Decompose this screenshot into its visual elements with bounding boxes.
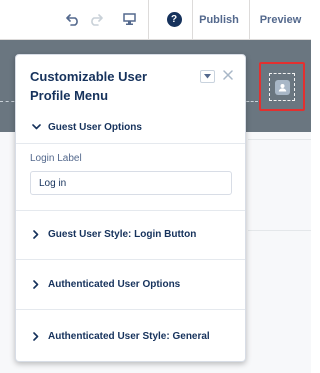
device-preview-button[interactable] [114, 0, 144, 39]
panel-menu-button[interactable] [200, 70, 215, 83]
canvas-divider [248, 139, 311, 140]
canvas-divider [248, 230, 311, 231]
preview-button[interactable]: Preview [250, 0, 311, 39]
chevron-right-icon [30, 279, 42, 289]
chevron-down-icon [204, 74, 211, 79]
undo-icon [66, 13, 78, 26]
chevron-right-icon [30, 331, 42, 341]
panel-title: Customizable User Profile Menu [30, 69, 148, 103]
section-guest-user-style-login-button[interactable]: Guest User Style: Login Button [16, 224, 245, 244]
section-label: Authenticated User Style: General [48, 330, 210, 342]
redo-icon [91, 13, 103, 26]
section-divider [16, 309, 245, 310]
login-label-field-label: Login Label [30, 153, 82, 164]
profile-menu-component[interactable] [269, 73, 295, 101]
user-avatar-icon [274, 79, 290, 95]
close-button[interactable] [220, 67, 235, 84]
redo-button[interactable] [82, 0, 110, 39]
toolbar-divider [148, 0, 149, 39]
chevron-down-icon [30, 124, 42, 130]
close-icon [222, 70, 233, 80]
section-guest-user-options[interactable]: Guest User Options [16, 117, 245, 137]
builder-toolbar: ? Publish Preview [0, 0, 311, 40]
component-properties-panel: Customizable User Profile Menu Guest Use… [15, 54, 246, 362]
help-button[interactable]: ? [160, 0, 188, 39]
section-authenticated-user-options[interactable]: Authenticated User Options [16, 274, 245, 294]
desktop-icon [122, 13, 136, 25]
section-divider [16, 210, 245, 211]
section-label: Guest User Options [48, 121, 142, 133]
section-divider [16, 259, 245, 260]
login-label-input[interactable] [30, 171, 232, 195]
section-divider [16, 143, 245, 144]
section-authenticated-user-style-general[interactable]: Authenticated User Style: General [16, 326, 245, 346]
publish-button[interactable]: Publish [192, 0, 246, 39]
help-icon: ? [166, 12, 182, 27]
section-label: Guest User Style: Login Button [48, 228, 197, 240]
section-label: Authenticated User Options [48, 278, 181, 290]
chevron-right-icon [30, 229, 42, 239]
